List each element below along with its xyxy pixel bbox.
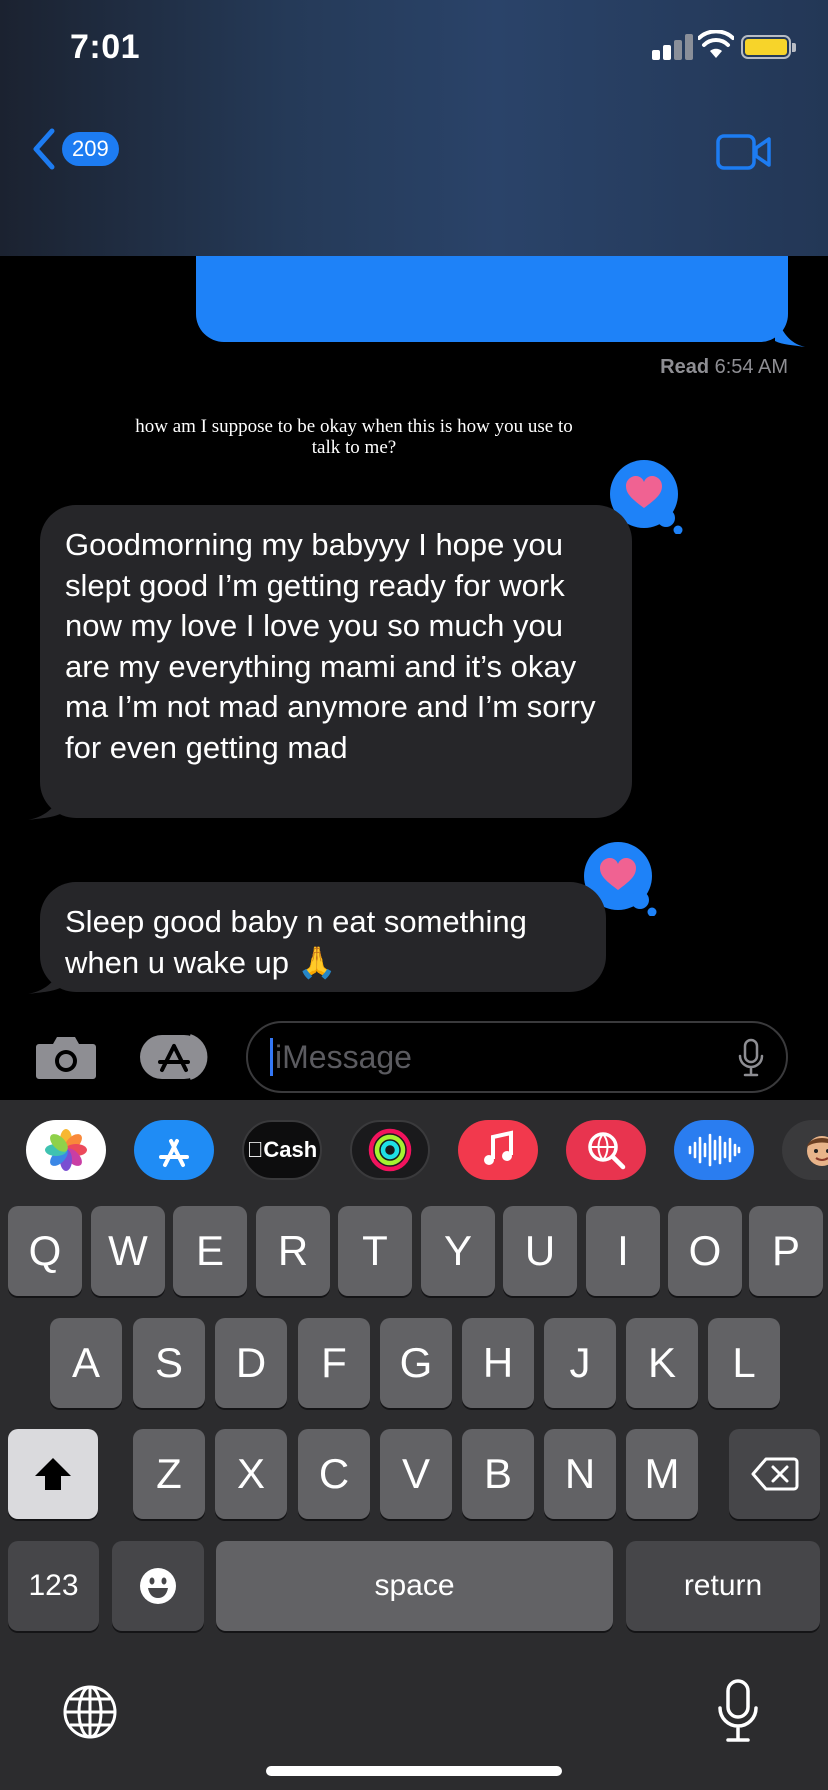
conversation-header: 7:01 209 — [0, 0, 828, 256]
key-m[interactable]: M — [626, 1429, 698, 1519]
unread-count-badge: 209 — [62, 132, 119, 166]
shift-arrow-icon — [35, 1458, 71, 1490]
key-j[interactable]: J — [544, 1318, 616, 1408]
read-receipt-time: 6:54 AM — [714, 356, 788, 378]
received-message-bubble[interactable]: Goodmorning my babyyy I hope you slept g… — [40, 505, 632, 818]
key-h[interactable]: H — [462, 1318, 534, 1408]
key-z[interactable]: Z — [133, 1429, 205, 1519]
app-store-app-icon[interactable] — [134, 1120, 214, 1180]
apple-cash-label: Cash — [247, 1137, 317, 1162]
status-time: 7:01 — [70, 28, 141, 66]
imessage-app-strip: Cash — [0, 1100, 828, 1190]
video-call-icon[interactable] — [716, 133, 772, 171]
keyboard-dictation-mic-icon[interactable] — [716, 1678, 760, 1744]
message-input-placeholder: iMessage — [275, 1038, 412, 1075]
activity-app-icon[interactable] — [350, 1120, 430, 1180]
key-q[interactable]: Q — [8, 1206, 82, 1296]
return-key[interactable]: return — [626, 1541, 820, 1631]
waveform-icon — [688, 1133, 741, 1167]
key-g[interactable]: G — [380, 1318, 452, 1408]
key-r[interactable]: R — [256, 1206, 330, 1296]
key-c[interactable]: C — [298, 1429, 370, 1519]
keyboard: Q W E R T Y U I O P A S D F G H J K L Z … — [0, 1190, 828, 1790]
message-input[interactable]: iMessage — [246, 1021, 788, 1093]
read-receipt-label: Read — [660, 356, 710, 378]
home-indicator[interactable] — [266, 1766, 562, 1776]
emoji-key[interactable] — [112, 1541, 204, 1631]
activity-rings-icon — [368, 1128, 412, 1172]
key-p[interactable]: P — [749, 1206, 823, 1296]
key-w[interactable]: W — [91, 1206, 165, 1296]
key-s[interactable]: S — [133, 1318, 205, 1408]
key-u[interactable]: U — [503, 1206, 577, 1296]
key-a[interactable]: A — [50, 1318, 122, 1408]
backspace-icon — [751, 1457, 798, 1491]
key-i[interactable]: I — [586, 1206, 660, 1296]
received-message-bubble[interactable]: Sleep good baby n eat something when u w… — [40, 882, 606, 992]
chevron-left-icon — [33, 128, 55, 170]
globe-icon[interactable] — [62, 1684, 118, 1740]
read-receipt: Read 6:54 AM — [660, 356, 788, 379]
key-k[interactable]: K — [626, 1318, 698, 1408]
delete-key[interactable] — [729, 1429, 820, 1519]
space-key[interactable]: space — [216, 1541, 613, 1631]
key-d[interactable]: D — [215, 1318, 287, 1408]
key-x[interactable]: X — [215, 1429, 287, 1519]
battery-nub — [792, 43, 796, 52]
numbers-key[interactable]: 123 — [8, 1541, 99, 1631]
key-l[interactable]: L — [708, 1318, 780, 1408]
key-v[interactable]: V — [380, 1429, 452, 1519]
cellular-signal-icon — [652, 34, 696, 60]
emoji-face-icon — [140, 1568, 176, 1604]
key-y[interactable]: Y — [421, 1206, 495, 1296]
apple-cash-app-icon[interactable]: Cash — [242, 1120, 322, 1180]
key-n[interactable]: N — [544, 1429, 616, 1519]
music-note-icon — [484, 1130, 513, 1165]
globe-search-icon — [588, 1132, 626, 1170]
wifi-icon — [698, 30, 734, 58]
audio-message-app-icon[interactable] — [674, 1120, 754, 1180]
sent-bubble-tail — [775, 315, 805, 347]
dictation-mic-icon[interactable] — [738, 1038, 764, 1078]
photos-flower-icon — [45, 1129, 87, 1171]
key-f[interactable]: F — [298, 1318, 370, 1408]
key-t[interactable]: T — [338, 1206, 412, 1296]
memoji-face-icon — [807, 1136, 828, 1166]
battery-icon — [741, 35, 791, 59]
screenshot-caption: how am I suppose to be okay when this is… — [135, 416, 573, 458]
key-e[interactable]: E — [173, 1206, 247, 1296]
key-o[interactable]: O — [668, 1206, 742, 1296]
app-store-icon[interactable] — [138, 1032, 214, 1082]
text-cursor — [270, 1038, 273, 1076]
key-b[interactable]: B — [462, 1429, 534, 1519]
memoji-app-icon[interactable] — [782, 1120, 828, 1180]
back-button[interactable]: 209 — [30, 126, 119, 172]
search-images-app-icon[interactable] — [566, 1120, 646, 1180]
camera-icon[interactable] — [35, 1034, 97, 1080]
music-app-icon[interactable] — [458, 1120, 538, 1180]
app-store-glyph-icon — [159, 1139, 189, 1167]
shift-key[interactable] — [8, 1429, 98, 1519]
photos-app-icon[interactable] — [26, 1120, 106, 1180]
